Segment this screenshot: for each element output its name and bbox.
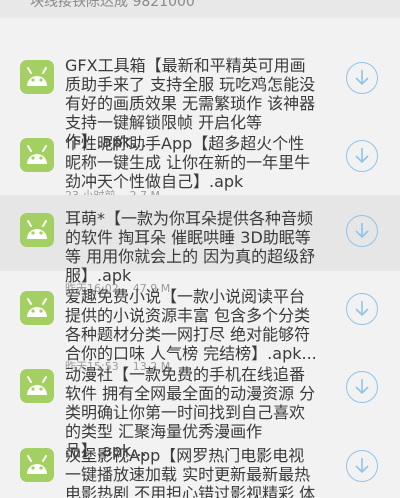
- item-title: 动漫社【一款免费的手机在线追番软件 拥有全网最全面的动漫资源 分类明确让你第一时…: [65, 365, 316, 460]
- item-title: 个性昵称助手App【超多超火个性昵称一键生成 让你在新的一年里牛劲冲天个性做自己…: [65, 134, 311, 191]
- android-app-icon: [20, 60, 54, 94]
- android-app-icon: [20, 213, 54, 247]
- list-item[interactable]: 昨天15:53 13.2 M 动漫社【一款免费的手机在线追番软件 拥有全网最全面的…: [0, 360, 400, 460]
- download-icon[interactable]: [346, 215, 378, 247]
- download-icon[interactable]: [346, 62, 378, 94]
- android-app-icon: [20, 291, 54, 325]
- android-app-icon: [20, 138, 54, 172]
- list-item[interactable]: 汉堡影视App【网罗热门电影电视一键播放速加载 实时更新最新最热电影热剧 不用担…: [0, 448, 400, 498]
- download-icon[interactable]: [346, 371, 378, 403]
- list-item[interactable]: 耳萌*【一款为你耳朵提供各种音频的软件 掏耳朵 催眠哄睡 3D助眠等等 用用你就…: [0, 195, 400, 285]
- android-app-icon: [20, 448, 54, 482]
- download-icon[interactable]: [346, 293, 378, 325]
- android-app-icon: [20, 369, 54, 403]
- download-icon[interactable]: [346, 140, 378, 172]
- item-title: 爱趣免费小说【一款小说阅读平台 提供的小说资源丰富 包含多个分类各种题材分类一网…: [65, 287, 317, 363]
- file-list: GFX工具箱【最新和平精英可用画质助手来了 支持全服 玩吃鸡怎能没有好的画质效果…: [0, 0, 400, 498]
- item-title: 汉堡影视App【网罗热门电影电视一键播放速加载 实时更新最新最热电影热剧 不用担…: [65, 448, 316, 498]
- download-icon[interactable]: [346, 450, 378, 482]
- list-item[interactable]: GFX工具箱【最新和平精英可用画质助手来了 支持全服 玩吃鸡怎能没有好的画质效果…: [0, 56, 400, 151]
- list-item[interactable]: 昨天16:02 47.9 M 爱趣免费小说【一款小说阅读平台 提供的小说资源丰富 …: [0, 282, 400, 369]
- item-title: 耳萌*【一款为你耳朵提供各种音频的软件 掏耳朵 催眠哄睡 3D助眠等等 用用你就…: [65, 209, 316, 285]
